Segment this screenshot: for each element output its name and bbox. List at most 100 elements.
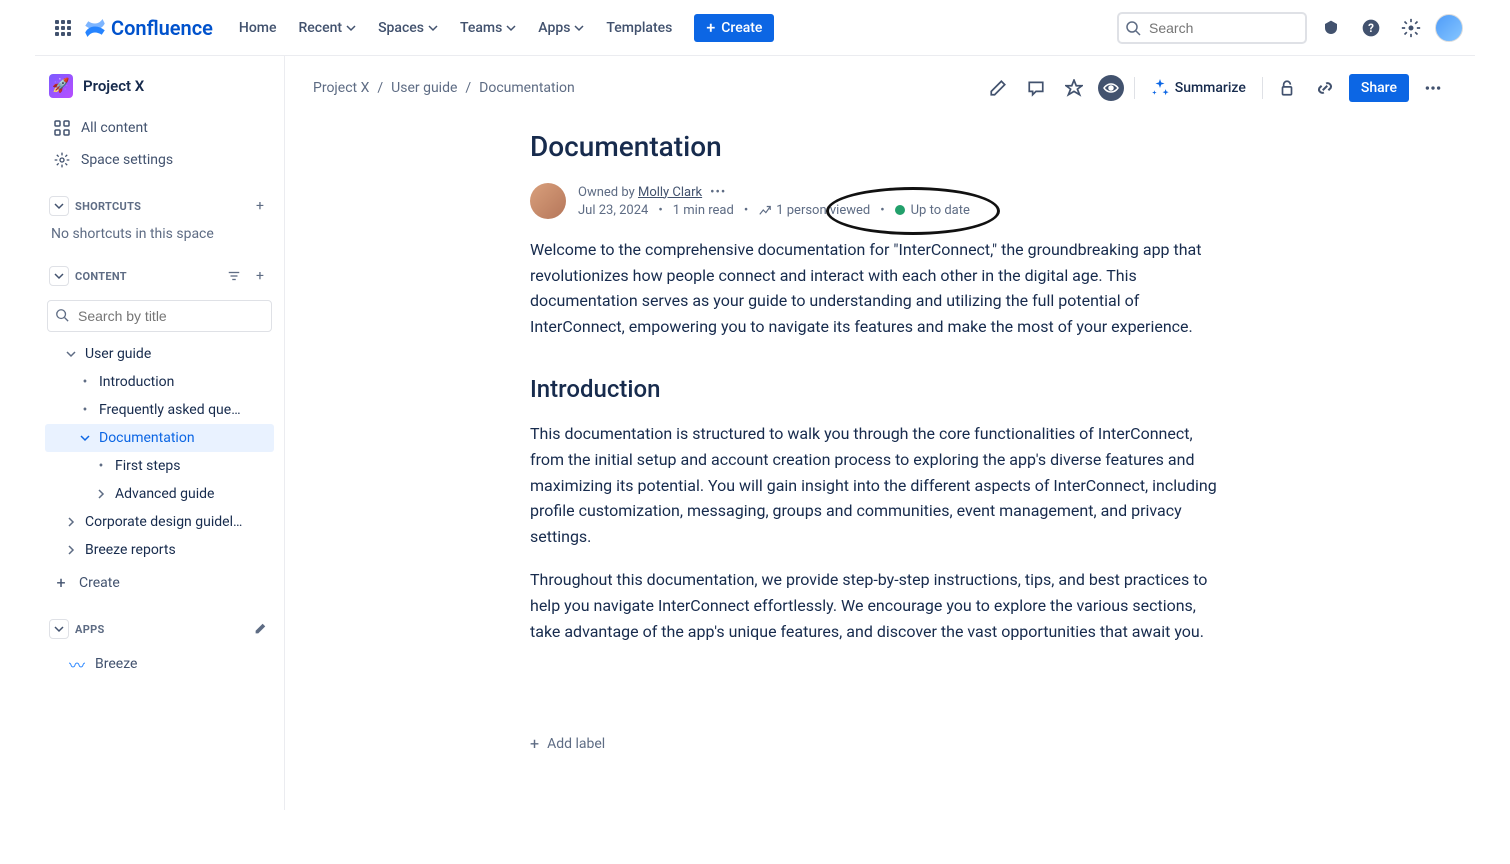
nav-spaces[interactable]: Spaces: [368, 14, 448, 42]
search-input[interactable]: [1117, 12, 1307, 44]
nav-templates[interactable]: Templates: [596, 14, 682, 42]
global-search[interactable]: [1117, 12, 1307, 44]
bullet-icon: •: [93, 458, 109, 474]
nav-teams[interactable]: Teams: [450, 14, 526, 42]
owner-link[interactable]: Molly Clark: [638, 185, 702, 200]
author-avatar[interactable]: [530, 183, 566, 219]
top-navigation: Confluence Home Recent Spaces Teams Apps…: [35, 0, 1475, 56]
grid-icon: [53, 119, 71, 137]
page-tree: User guide • Introduction • Frequently a…: [45, 340, 274, 599]
tree-first-steps[interactable]: • First steps: [45, 452, 274, 480]
chevron-right-icon[interactable]: [93, 486, 109, 502]
main-content: Project X / User guide / Documentation S…: [285, 56, 1475, 810]
product-name: Confluence: [111, 16, 213, 40]
add-content-button[interactable]: +: [250, 266, 270, 286]
tree-introduction[interactable]: • Introduction: [45, 368, 274, 396]
confluence-logo[interactable]: Confluence: [83, 16, 213, 40]
shortcuts-empty-text: No shortcuts in this space: [45, 222, 274, 246]
tree-documentation[interactable]: Documentation: [45, 424, 274, 452]
chevron-right-icon[interactable]: [63, 514, 79, 530]
chevron-down-icon: [346, 23, 356, 33]
sparkle-icon: [1151, 79, 1169, 97]
app-switcher-icon[interactable]: [47, 12, 79, 44]
sidebar-space-settings[interactable]: Space settings: [45, 144, 274, 176]
collapse-toggle[interactable]: [49, 266, 69, 286]
watch-icon[interactable]: [1098, 75, 1124, 101]
settings-icon[interactable]: [1395, 12, 1427, 44]
status-dot-icon: [895, 205, 905, 215]
space-name: Project X: [83, 77, 144, 95]
title-search-input[interactable]: [47, 300, 272, 332]
star-icon[interactable]: [1060, 74, 1088, 102]
viewed-count[interactable]: 1 person viewed: [758, 203, 870, 218]
sidebar: 🚀 Project X All content Space settings S…: [35, 56, 285, 810]
chevron-down-icon: [54, 624, 64, 634]
edit-icon[interactable]: [984, 74, 1012, 102]
tree-user-guide[interactable]: User guide: [45, 340, 274, 368]
space-icon: 🚀: [49, 74, 73, 98]
search-icon: [55, 308, 69, 322]
bullet-icon: •: [77, 374, 93, 390]
chevron-down-icon[interactable]: [77, 430, 93, 446]
page-title: Documentation: [530, 130, 1230, 163]
tree-corporate[interactable]: Corporate design guidel…: [45, 508, 274, 536]
bullet-icon: •: [77, 402, 93, 418]
nav-home[interactable]: Home: [229, 14, 287, 42]
plus-icon: +: [53, 573, 69, 592]
space-header[interactable]: 🚀 Project X: [45, 68, 274, 104]
app-breeze[interactable]: 〰 Breeze: [45, 645, 274, 683]
plus-icon: +: [530, 734, 539, 753]
content-section: CONTENT +: [45, 260, 274, 292]
restrictions-icon[interactable]: [1273, 74, 1301, 102]
share-button[interactable]: Share: [1349, 74, 1409, 102]
edit-apps-icon[interactable]: [250, 619, 270, 639]
search-icon: [1125, 20, 1141, 36]
profile-avatar[interactable]: [1435, 14, 1463, 42]
chevron-down-icon[interactable]: [63, 346, 79, 362]
summarize-button[interactable]: Summarize: [1145, 75, 1252, 101]
paragraph-2: This documentation is structured to walk…: [530, 421, 1230, 549]
page-status[interactable]: Up to date: [895, 203, 970, 218]
breadcrumb-space[interactable]: Project X: [313, 80, 369, 96]
page-date: Jul 23, 2024: [578, 203, 648, 218]
analytics-icon: [758, 203, 772, 217]
filter-icon[interactable]: [224, 266, 244, 286]
gear-icon: [53, 151, 71, 169]
breadcrumb: Project X / User guide / Documentation: [313, 80, 974, 96]
chevron-right-icon[interactable]: [63, 542, 79, 558]
create-button[interactable]: + Create: [694, 14, 774, 42]
chevron-down-icon: [574, 23, 584, 33]
chevron-down-icon: [428, 23, 438, 33]
paragraph-3: Throughout this documentation, we provid…: [530, 567, 1230, 644]
nav-apps[interactable]: Apps: [528, 14, 594, 42]
link-icon[interactable]: [1311, 74, 1339, 102]
tree-advanced-guide[interactable]: Advanced guide: [45, 480, 274, 508]
breeze-icon: 〰: [69, 652, 85, 676]
svg-text:?: ?: [1368, 21, 1374, 35]
plus-icon: +: [706, 20, 715, 36]
add-label-button[interactable]: + Add label: [530, 734, 1230, 753]
help-icon[interactable]: ?: [1355, 12, 1387, 44]
add-shortcut-button[interactable]: +: [250, 196, 270, 216]
byline-more-icon[interactable]: •••: [710, 185, 726, 200]
chevron-down-icon: [54, 201, 64, 211]
tree-breeze-reports[interactable]: Breeze reports: [45, 536, 274, 564]
sidebar-all-content[interactable]: All content: [45, 112, 274, 144]
nav-recent[interactable]: Recent: [288, 14, 366, 42]
comment-icon[interactable]: [1022, 74, 1050, 102]
tree-faq[interactable]: • Frequently asked que…: [45, 396, 274, 424]
intro-paragraph: Welcome to the comprehensive documentati…: [530, 237, 1230, 339]
chevron-down-icon: [506, 23, 516, 33]
sidebar-create-page[interactable]: + Create: [45, 566, 274, 599]
collapse-toggle[interactable]: [49, 619, 69, 639]
read-time: 1 min read: [673, 203, 734, 218]
shortcuts-section: SHORTCUTS +: [45, 190, 274, 222]
breadcrumb-current: Documentation: [479, 80, 575, 96]
collapse-toggle[interactable]: [49, 196, 69, 216]
section-heading-introduction: Introduction: [530, 375, 1230, 403]
more-actions-icon[interactable]: [1419, 74, 1447, 102]
chevron-down-icon: [54, 271, 64, 281]
apps-section: APPS: [45, 613, 274, 645]
notifications-icon[interactable]: [1315, 12, 1347, 44]
breadcrumb-parent[interactable]: User guide: [391, 80, 457, 96]
